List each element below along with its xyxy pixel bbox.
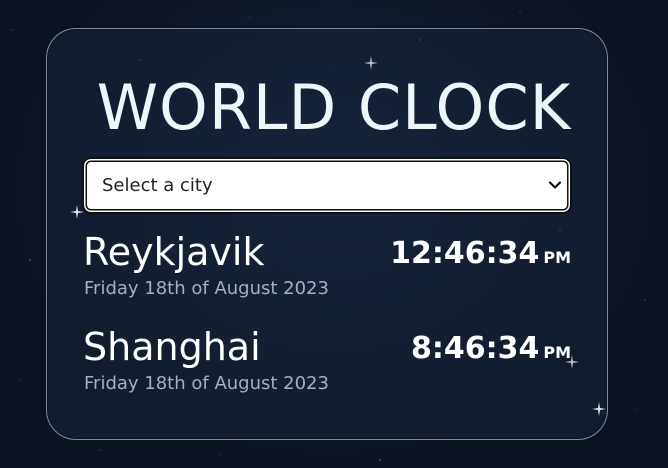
city-name: Shanghai (83, 325, 261, 369)
page-title: WORLD CLOCK (96, 71, 572, 144)
time-ampm: PM (543, 343, 571, 362)
time-ampm: PM (543, 248, 571, 267)
city-date: Friday 18th of August 2023 (84, 278, 329, 299)
time-value: 12:46:34 (390, 236, 540, 271)
city-row-reykjavik: Reykjavik Friday 18th of August 2023 12:… (83, 230, 573, 305)
city-time: 12:46:34 PM (390, 236, 571, 276)
city-name: Reykjavik (83, 230, 265, 274)
chevron-down-icon (548, 181, 562, 189)
city-date: Friday 18th of August 2023 (84, 373, 329, 394)
city-select[interactable]: Select a city (82, 157, 572, 214)
city-row-shanghai: Shanghai Friday 18th of August 2023 8:46… (83, 325, 573, 400)
star-sparkle-icon (592, 402, 606, 416)
star-sparkle-icon (364, 56, 378, 70)
time-value: 8:46:34 (410, 331, 540, 366)
city-time: 8:46:34 PM (411, 331, 571, 371)
city-select-value: Select a city (102, 175, 213, 196)
